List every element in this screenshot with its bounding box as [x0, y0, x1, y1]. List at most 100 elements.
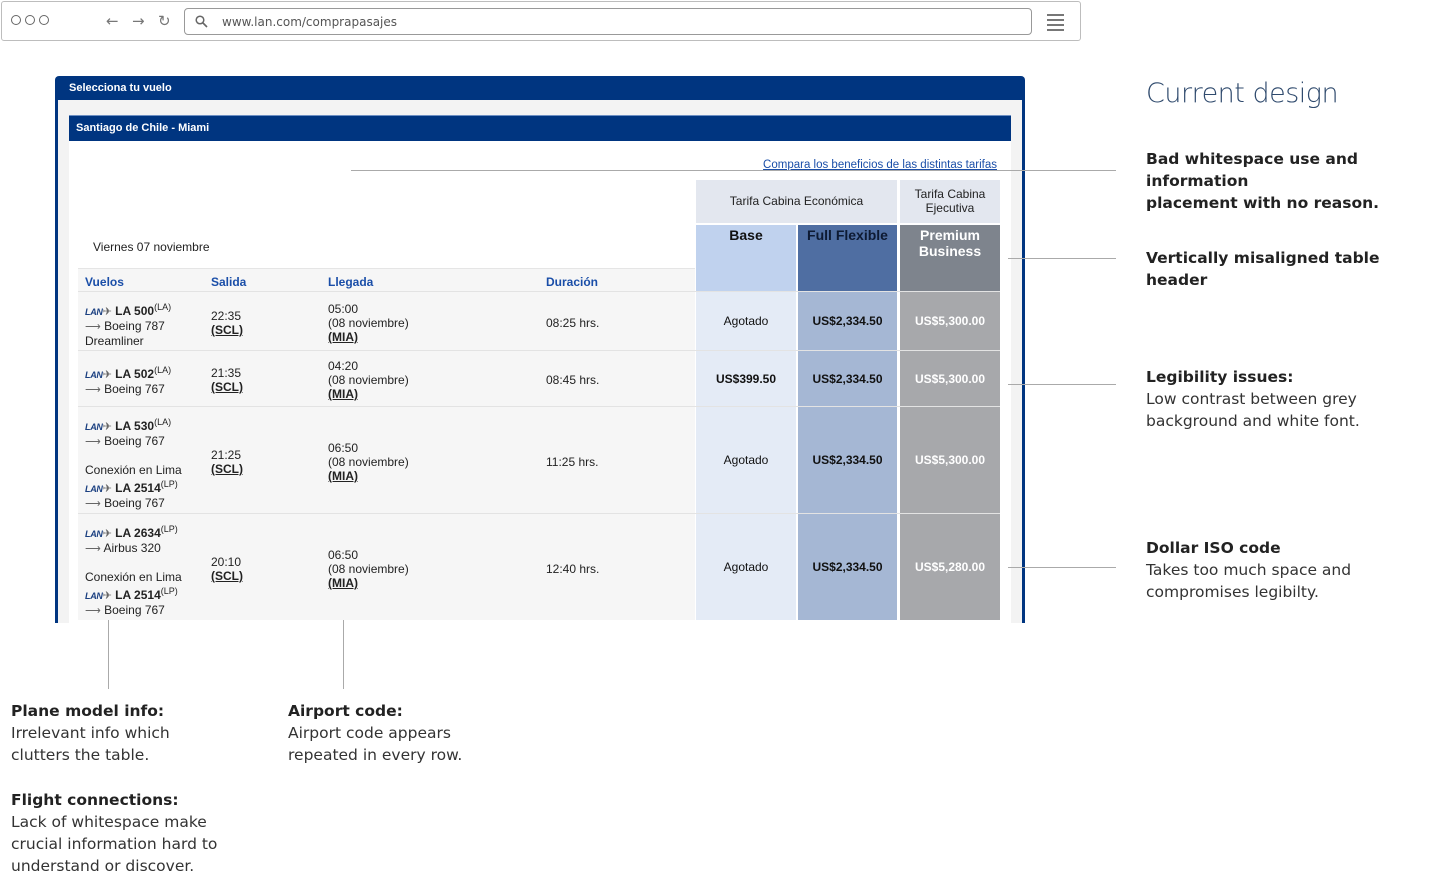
executive-header-line2: Ejecutiva — [925, 201, 975, 215]
full-fare-cell[interactable]: US$2,334.50 — [798, 292, 897, 350]
full-fare-cell[interactable]: US$2,334.50 — [798, 351, 897, 406]
flight-number[interactable]: LA 530 — [115, 419, 154, 433]
carrier-code: (LP) — [160, 479, 178, 489]
arrival-airport-link[interactable]: (MIA) — [328, 330, 409, 344]
table-row[interactable]: LAN✈ LA 502(LA) ⟶ Boeing 767 21:35 (SCL)… — [78, 350, 1000, 406]
panel-body: Santiago de Chile - Miami Compara los be… — [58, 100, 1022, 623]
premium-fare-cell[interactable]: US$5,300.00 — [900, 351, 1000, 406]
arrival-airport-link[interactable]: (MIA) — [328, 576, 409, 590]
carrier-code: (LP) — [160, 524, 178, 534]
duration: 08:45 hrs. — [546, 373, 600, 387]
browser-window: ← → ↻ www.lan.com/comprapasajes — [1, 1, 1081, 41]
executive-header-line1: Tarifa Cabina — [914, 187, 986, 201]
panel-title: Selecciona tu vuelo — [69, 82, 172, 94]
lan-logo: LAN — [85, 307, 103, 317]
duration: 11:25 hrs. — [546, 455, 599, 469]
col-llegada[interactable]: Llegada — [328, 275, 373, 289]
route-bar: Santiago de Chile - Miami — [69, 115, 1011, 141]
departure: 21:25 (SCL) — [211, 448, 243, 476]
note-iso-line2: compromises legibilty. — [1146, 583, 1319, 601]
full-fare-cell[interactable]: US$2,334.50 — [798, 514, 897, 620]
plane-model: Boeing 767 — [104, 434, 165, 448]
lan-logo: LAN — [85, 484, 103, 494]
table-row[interactable]: LAN✈ LA 530(LA) ⟶ Boeing 767 Conexión en… — [78, 406, 1000, 513]
arrival-time: 06:50 — [328, 441, 359, 455]
note-connections-line2: crucial information hard to — [11, 835, 218, 853]
annotation-line-iso — [1008, 567, 1116, 568]
annotation-line-airport — [343, 620, 344, 689]
flights-table: Compara los beneficios de las distintas … — [69, 141, 1011, 623]
duration: 12:40 hrs. — [546, 562, 600, 576]
connecting-flight-number[interactable]: LA 2514 — [115, 588, 161, 602]
note-airport-line1: Airport code appears — [288, 724, 451, 742]
column-headers: Vuelos Salida Llegada Duración — [78, 268, 695, 291]
flight-number[interactable]: LA 500 — [115, 304, 154, 318]
departure-time: 22:35 — [211, 309, 242, 323]
address-bar[interactable]: www.lan.com/comprapasajes — [184, 8, 1032, 35]
window-controls — [11, 15, 49, 25]
carrier-code: (LA) — [154, 302, 172, 312]
forward-arrow-icon[interactable]: → — [132, 12, 145, 30]
col-salida[interactable]: Salida — [211, 275, 246, 289]
lan-logo: LAN — [85, 370, 103, 380]
departure-airport-link[interactable]: (SCL) — [211, 462, 243, 476]
duration: 08:25 hrs. — [546, 316, 600, 330]
reload-icon[interactable]: ↻ — [158, 12, 171, 30]
note-plane-line2: clutters the table. — [11, 746, 150, 764]
economy-fare-group-header: Tarifa Cabina Económica — [696, 180, 897, 223]
departure-time: 21:25 — [211, 448, 242, 462]
connecting-flight-number[interactable]: LA 2514 — [115, 481, 161, 495]
search-icon — [195, 15, 208, 28]
arrival-airport-link[interactable]: (MIA) — [328, 387, 409, 401]
flight-number[interactable]: LA 2634 — [115, 526, 161, 540]
base-fare-cell[interactable]: US$399.50 — [696, 351, 796, 406]
connection-label: Conexión en Lima — [85, 463, 182, 477]
note-airport: Airport code: Airport code appears repea… — [288, 700, 462, 766]
arrival-airport-link[interactable]: (MIA) — [328, 469, 409, 483]
close-window-icon[interactable] — [11, 15, 21, 25]
airplane-icon: ⟶ — [85, 498, 101, 510]
note-airport-line2: repeated in every row. — [288, 746, 463, 764]
airplane-icon: ✈ — [102, 369, 112, 381]
table-row[interactable]: LAN✈ LA 500(LA) ⟶ Boeing 787 Dreamliner … — [78, 291, 1000, 350]
premium-fare-cell[interactable]: US$5,300.00 — [900, 407, 1000, 513]
carrier-code: (LA) — [154, 417, 172, 427]
menu-icon[interactable] — [1047, 14, 1064, 34]
note-plane-title: Plane model info: — [11, 702, 165, 720]
arrival: 04:20 (08 noviembre) (MIA) — [328, 359, 409, 401]
minimize-window-icon[interactable] — [25, 15, 35, 25]
premium-header-line1: Premium — [920, 227, 980, 243]
departure-airport-link[interactable]: (SCL) — [211, 380, 243, 394]
col-duracion[interactable]: Duración — [546, 275, 598, 289]
arrival-time: 06:50 — [328, 548, 359, 562]
note-legibility-line2: background and white font. — [1146, 412, 1360, 430]
maximize-window-icon[interactable] — [39, 15, 49, 25]
airplane-icon: ✈ — [102, 483, 112, 495]
annotation-line-whitespace — [351, 170, 1116, 171]
arrival: 06:50 (08 noviembre) (MIA) — [328, 548, 409, 590]
note-airport-title: Airport code: — [288, 702, 403, 720]
plane-model-extra: Dreamliner — [85, 334, 144, 348]
back-arrow-icon[interactable]: ← — [106, 12, 119, 30]
lan-logo: LAN — [85, 529, 103, 539]
note-connections: Flight connections: Lack of whitespace m… — [11, 789, 217, 877]
full-fare-cell[interactable]: US$2,334.50 — [798, 407, 897, 513]
airplane-icon: ⟶ — [85, 543, 101, 555]
note-legibility-line1: Low contrast between grey — [1146, 390, 1357, 408]
table-row[interactable]: LAN✈ LA 2634(LP) ⟶ Airbus 320 Conexión e… — [78, 513, 1000, 620]
flight-date: Viernes 07 noviembre — [93, 240, 210, 254]
note-connections-line3: understand or discover. — [11, 857, 195, 875]
departure-airport-link[interactable]: (SCL) — [211, 323, 243, 337]
flight-selection-panel: Selecciona tu vuelo Santiago de Chile - … — [55, 76, 1025, 623]
departure-airport-link[interactable]: (SCL) — [211, 569, 243, 583]
departure: 20:10 (SCL) — [211, 555, 243, 583]
base-fare-header: Base — [696, 225, 796, 291]
note-legibility-title: Legibility issues: — [1146, 368, 1294, 386]
flight-number[interactable]: LA 502 — [115, 367, 154, 381]
premium-fare-cell[interactable]: US$5,300.00 — [900, 292, 1000, 350]
premium-fare-cell[interactable]: US$5,280.00 — [900, 514, 1000, 620]
arrival-date: (08 noviembre) — [328, 373, 409, 387]
airplane-icon: ✈ — [102, 528, 112, 540]
col-vuelos[interactable]: Vuelos — [85, 275, 124, 289]
note-iso: Dollar ISO code Takes too much space and… — [1146, 537, 1351, 603]
